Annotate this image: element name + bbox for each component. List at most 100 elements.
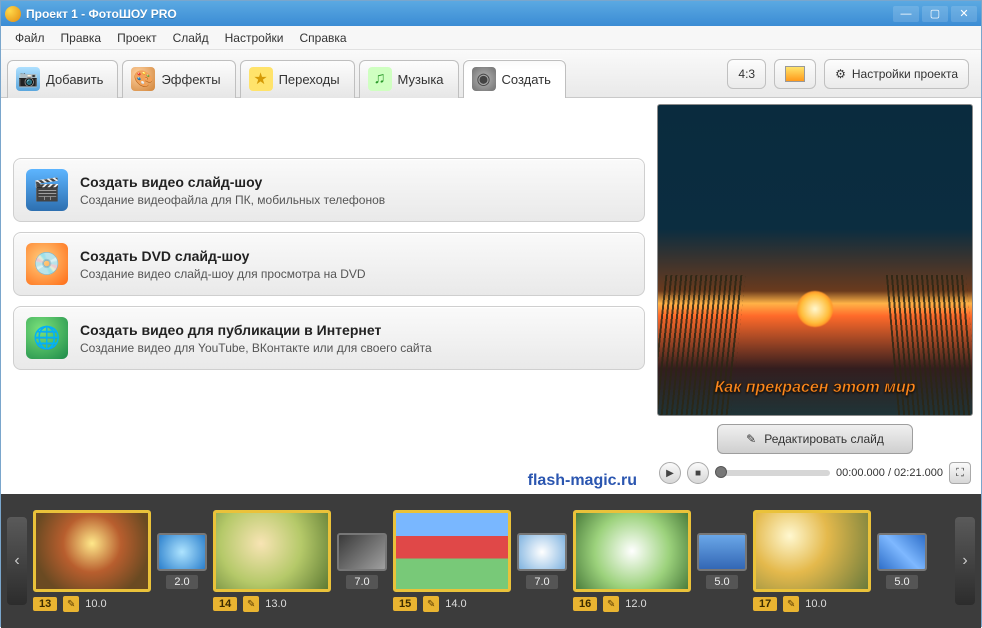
menu-slide[interactable]: Слайд bbox=[167, 28, 215, 48]
edit-slide-button[interactable]: ✎ Редактировать слайд bbox=[717, 424, 913, 454]
card-video-title: Создать видео слайд-шоу bbox=[80, 174, 385, 190]
preview-panel: Как прекрасен этот мир ✎ Редактировать с… bbox=[657, 98, 981, 494]
pencil-icon[interactable]: ✎ bbox=[603, 596, 619, 612]
disc-icon: 💿 bbox=[26, 243, 68, 285]
menu-project[interactable]: Проект bbox=[111, 28, 163, 48]
tab-transitions-label: Переходы bbox=[279, 72, 340, 87]
card-create-dvd[interactable]: 💿 Создать DVD слайд-шоу Создание видео с… bbox=[13, 232, 645, 296]
aspect-label: 4:3 bbox=[738, 67, 755, 81]
app-icon bbox=[5, 6, 21, 22]
slide-thumb[interactable] bbox=[393, 510, 511, 592]
card-create-video[interactable]: 🎬 Создать видео слайд-шоу Создание видео… bbox=[13, 158, 645, 222]
slide-thumb[interactable] bbox=[573, 510, 691, 592]
aspect-ratio-button[interactable]: 4:3 bbox=[727, 59, 766, 89]
slide-13: 13✎10.0 bbox=[33, 510, 151, 612]
player-bar: ▶ ■ 00:00.000 / 02:21.000 ⛶ bbox=[657, 460, 973, 490]
menu-file[interactable]: Файл bbox=[9, 28, 51, 48]
pencil-icon[interactable]: ✎ bbox=[63, 596, 79, 612]
menu-edit[interactable]: Правка bbox=[55, 28, 108, 48]
project-settings-button[interactable]: ⚙ Настройки проекта bbox=[824, 59, 969, 89]
card-create-web[interactable]: 🌐 Создать видео для публикации в Интерне… bbox=[13, 306, 645, 370]
time-display: 00:00.000 / 02:21.000 bbox=[836, 467, 943, 479]
transition-duration: 7.0 bbox=[526, 575, 557, 589]
transition-duration: 5.0 bbox=[706, 575, 737, 589]
slide-16: 16 ✎ 12.0 bbox=[573, 510, 691, 612]
transition-duration: 5.0 bbox=[886, 575, 917, 589]
transition-thumb[interactable] bbox=[697, 533, 747, 571]
timeline: ‹ 13✎10.0 2.0 14 ✎ 13.0 7.0 15 ✎ 14.0 7.0 16… bbox=[1, 494, 981, 628]
card-dvd-title: Создать DVD слайд-шоу bbox=[80, 248, 366, 264]
gear-icon: ⚙ bbox=[835, 67, 846, 81]
timeline-prev[interactable]: ‹ bbox=[7, 517, 27, 605]
seek-track[interactable] bbox=[715, 470, 830, 476]
slide-duration: 14.0 bbox=[445, 598, 466, 610]
seek-knob[interactable] bbox=[715, 466, 727, 478]
slide-duration: 12.0 bbox=[625, 598, 646, 610]
slide-15: 15 ✎ 14.0 bbox=[393, 510, 511, 612]
reel-icon: ◉ bbox=[472, 67, 496, 91]
stop-button[interactable]: ■ bbox=[687, 462, 709, 484]
transition-3: 7.0 bbox=[517, 533, 567, 589]
slide-14: 14 ✎ 13.0 bbox=[213, 510, 331, 612]
tab-effects-label: Эффекты bbox=[161, 72, 220, 87]
palette-icon: 🎨 bbox=[131, 67, 155, 91]
tab-create-label: Создать bbox=[502, 72, 551, 87]
tab-add[interactable]: 📷 Добавить bbox=[7, 60, 118, 98]
tab-effects[interactable]: 🎨 Эффекты bbox=[122, 60, 235, 98]
play-button[interactable]: ▶ bbox=[659, 462, 681, 484]
slide-thumb[interactable] bbox=[753, 510, 871, 592]
slide-thumb[interactable] bbox=[213, 510, 331, 592]
background-button[interactable] bbox=[774, 59, 816, 89]
tab-transitions[interactable]: ★ Переходы bbox=[240, 60, 355, 98]
close-button[interactable]: ✕ bbox=[951, 6, 977, 22]
transition-duration: 7.0 bbox=[346, 575, 377, 589]
swatch-icon bbox=[785, 66, 805, 82]
preview-caption: Как прекрасен этот мир bbox=[658, 379, 972, 397]
sun-graphic bbox=[797, 291, 833, 327]
tab-music-label: Музыка bbox=[398, 72, 444, 87]
transition-4: 5.0 bbox=[697, 533, 747, 589]
tab-create[interactable]: ◉ Создать bbox=[463, 60, 566, 98]
transition-5: 5.0 bbox=[877, 533, 927, 589]
toolbar: 📷 Добавить 🎨 Эффекты ★ Переходы ♫ Музыка ◉ Со… bbox=[1, 50, 981, 98]
menu-help[interactable]: Справка bbox=[293, 28, 352, 48]
transition-thumb[interactable] bbox=[877, 533, 927, 571]
transition-thumb[interactable] bbox=[337, 533, 387, 571]
music-icon: ♫ bbox=[368, 67, 392, 91]
timeline-next[interactable]: › bbox=[955, 517, 975, 605]
slide-number: 16 bbox=[573, 597, 597, 611]
slide-number: 15 bbox=[393, 597, 417, 611]
tab-music[interactable]: ♫ Музыка bbox=[359, 60, 459, 98]
video-icon: 🎬 bbox=[26, 169, 68, 211]
transition-2: 7.0 bbox=[337, 533, 387, 589]
pencil-icon[interactable]: ✎ bbox=[423, 596, 439, 612]
fullscreen-button[interactable]: ⛶ bbox=[949, 462, 971, 484]
globe-icon: 🌐 bbox=[26, 317, 68, 359]
card-web-desc: Создание видео для YouTube, ВКонтакте ил… bbox=[80, 341, 432, 355]
transition-duration: 2.0 bbox=[166, 575, 197, 589]
preview-canvas[interactable]: Как прекрасен этот мир bbox=[657, 104, 973, 416]
minimize-button[interactable]: — bbox=[893, 6, 919, 22]
titlebar: Проект 1 - ФотоШОУ PRO — ▢ ✕ bbox=[1, 1, 981, 26]
card-video-desc: Создание видеофайла для ПК, мобильных те… bbox=[80, 193, 385, 207]
transition-thumb[interactable] bbox=[517, 533, 567, 571]
transition-1: 2.0 bbox=[157, 533, 207, 589]
edit-slide-label: Редактировать слайд bbox=[764, 432, 884, 446]
maximize-button[interactable]: ▢ bbox=[922, 6, 948, 22]
window-title: Проект 1 - ФотоШОУ PRO bbox=[26, 7, 890, 21]
pencil-icon[interactable]: ✎ bbox=[783, 596, 799, 612]
star-icon: ★ bbox=[249, 67, 273, 91]
slide-thumb[interactable] bbox=[33, 510, 151, 592]
slide-duration: 13.0 bbox=[265, 598, 286, 610]
menubar: Файл Правка Проект Слайд Настройки Справ… bbox=[1, 26, 981, 50]
tab-add-label: Добавить bbox=[46, 72, 103, 87]
slide-number: 17 bbox=[753, 597, 777, 611]
transition-thumb[interactable] bbox=[157, 533, 207, 571]
pencil-icon[interactable]: ✎ bbox=[243, 596, 259, 612]
slide-number: 14 bbox=[213, 597, 237, 611]
menu-settings[interactable]: Настройки bbox=[219, 28, 290, 48]
camera-icon: 📷 bbox=[16, 67, 40, 91]
create-panel: 🎬 Создать видео слайд-шоу Создание видео… bbox=[1, 98, 657, 494]
project-settings-label: Настройки проекта bbox=[852, 67, 958, 81]
slide-duration: 10.0 bbox=[805, 598, 826, 610]
